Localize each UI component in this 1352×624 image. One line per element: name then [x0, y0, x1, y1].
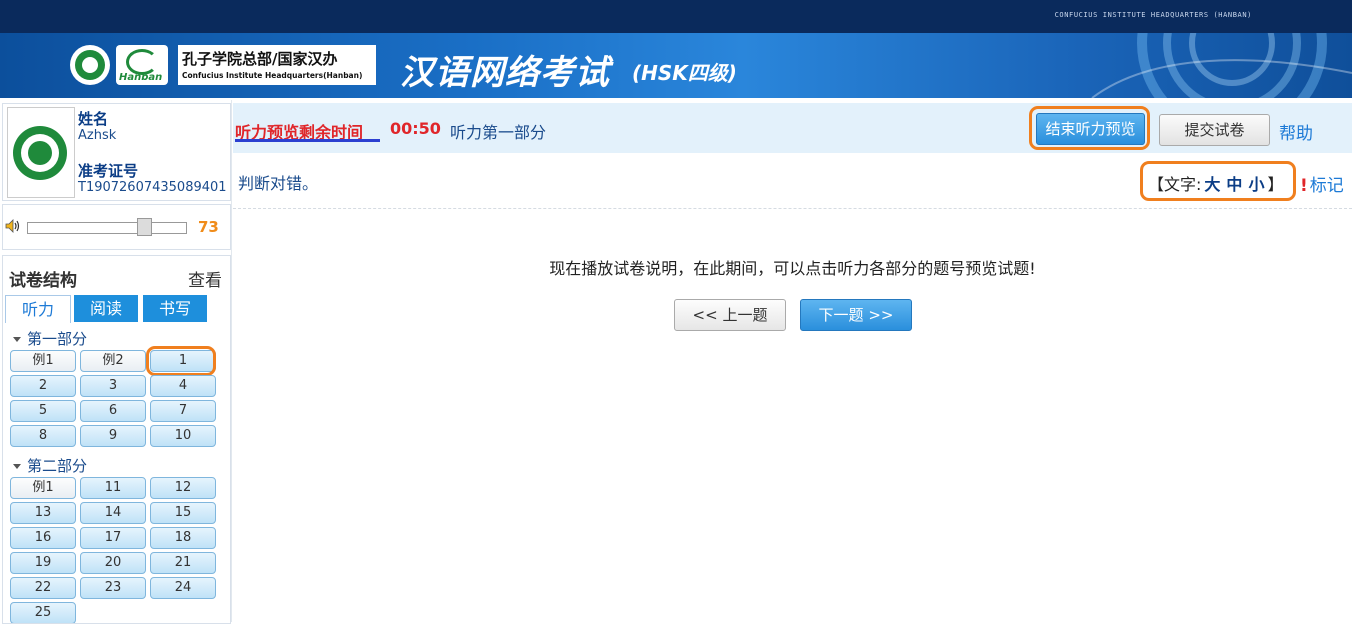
question-button[interactable]: 例2	[80, 350, 146, 372]
question-button[interactable]: 15	[150, 502, 216, 524]
prev-question-button[interactable]: << 上一题	[674, 299, 786, 331]
question-button[interactable]: 5	[10, 400, 76, 422]
content-divider	[233, 208, 1352, 209]
question-button[interactable]: 4	[150, 375, 216, 397]
hanban-logo-text: Hanban	[119, 72, 163, 83]
question-button[interactable]: 7	[150, 400, 216, 422]
question-button[interactable]: 例1	[10, 350, 76, 372]
question-button[interactable]: 17	[80, 527, 146, 549]
question-button[interactable]: 8	[10, 425, 76, 447]
column-divider	[231, 100, 232, 622]
question-button[interactable]: 9	[80, 425, 146, 447]
font-suffix: 】	[1267, 175, 1284, 194]
question-button[interactable]: 3	[80, 375, 146, 397]
question-button[interactable]: 23	[80, 577, 146, 599]
font-prefix: 【文字:	[1148, 175, 1202, 194]
question-button[interactable]: 12	[150, 477, 216, 499]
collapse-triangle-icon	[13, 337, 21, 342]
question-button[interactable]: 11	[80, 477, 146, 499]
volume-slider-handle[interactable]	[136, 218, 152, 236]
question-button[interactable]: 13	[10, 502, 76, 524]
end-preview-button[interactable]: 结束听力预览	[1036, 113, 1145, 145]
hq-text: CONFUCIUS INSTITUTE HEADQUARTERS (HANBAN…	[1054, 11, 1252, 19]
section-label: 第二部分	[27, 457, 88, 475]
question-button[interactable]: 14	[80, 502, 146, 524]
speaker-icon	[5, 219, 20, 233]
question-button[interactable]: 1	[150, 350, 216, 372]
question-button[interactable]: 16	[10, 527, 76, 549]
avatar	[7, 107, 75, 198]
collapse-triangle-icon	[13, 464, 21, 469]
question-button[interactable]: 10	[150, 425, 216, 447]
tab-reading[interactable]: 阅读	[74, 295, 138, 322]
submit-button[interactable]: 提交试卷	[1159, 114, 1270, 146]
id-label: 准考证号	[78, 162, 139, 180]
org-name-cn: 孔子学院总部/国家汉办	[182, 50, 338, 68]
name-label: 姓名	[78, 110, 109, 128]
question-instruction: 判断对错。	[238, 174, 319, 193]
mark-label: 标记	[1309, 176, 1344, 196]
countdown-timer: 00:50	[390, 119, 441, 138]
exam-level: (HSK四级)	[632, 61, 737, 85]
header-banner: Hanban 孔子学院总部/国家汉办 Confucius Institute H…	[0, 33, 1352, 98]
question-button[interactable]: 19	[10, 552, 76, 574]
volume-track[interactable]	[27, 222, 187, 234]
time-label-underline	[235, 139, 380, 142]
hanban-logo-icon: Hanban	[116, 45, 168, 85]
section-tabs: 听力 阅读 书写	[3, 295, 230, 323]
next-question-button[interactable]: 下一题 >>	[800, 299, 912, 331]
exam-structure-panel: 试卷结构 查看 听力 阅读 书写 第一部分 例1 例2 1 2 3 4 5 6 7 8 9 10 第二部分…	[2, 255, 231, 624]
current-part-label: 听力第一部分	[450, 123, 547, 142]
question-button[interactable]: 20	[80, 552, 146, 574]
font-small-button[interactable]: 小	[1248, 175, 1264, 194]
banner-decoration	[1091, 33, 1352, 98]
question-button[interactable]: 2	[10, 375, 76, 397]
tab-writing[interactable]: 书写	[143, 295, 207, 322]
org-name-en: Confucius Institute Headquarters(Hanban)	[182, 71, 363, 80]
tab-listening[interactable]: 听力	[5, 295, 71, 323]
help-link[interactable]: 帮助	[1279, 119, 1313, 144]
question-button[interactable]: 25	[10, 602, 76, 623]
candidate-info: 姓名 Azhsk 准考证号 T19072607435089401	[2, 103, 231, 201]
question-button[interactable]: 18	[150, 527, 216, 549]
font-medium-button[interactable]: 中	[1226, 175, 1242, 194]
question-button[interactable]: 24	[150, 577, 216, 599]
question-button[interactable]: 6	[80, 400, 146, 422]
id-value: T19072607435089401	[78, 180, 227, 195]
mark-icon: !	[1300, 176, 1308, 196]
question-button[interactable]: 例1	[10, 477, 76, 499]
question-button[interactable]: 22	[10, 577, 76, 599]
structure-title: 试卷结构	[9, 271, 77, 291]
top-bar: CONFUCIUS INSTITUTE HEADQUARTERS (HANBAN…	[0, 0, 1352, 33]
question-button[interactable]: 21	[150, 552, 216, 574]
section-header-2[interactable]: 第二部分	[13, 455, 87, 476]
mark-button[interactable]: ! 标记	[1300, 171, 1344, 196]
section-header-1[interactable]: 第一部分	[13, 328, 87, 349]
volume-value: 73	[198, 218, 219, 236]
exam-title: 汉语网络考试	[400, 53, 610, 93]
preview-message: 现在播放试卷说明，在此期间，可以点击听力各部分的题号预览试题!	[549, 259, 1036, 278]
volume-control: 73	[2, 204, 231, 250]
section-label: 第一部分	[27, 330, 88, 348]
view-link[interactable]: 查看	[188, 266, 222, 291]
font-size-selector: 【文字: 大中小】	[1148, 171, 1283, 195]
org-logo: 孔子学院总部/国家汉办 Confucius Institute Headquar…	[178, 45, 376, 85]
confucius-logo-icon	[70, 45, 110, 85]
name-value: Azhsk	[78, 128, 117, 143]
font-large-button[interactable]: 大	[1204, 175, 1220, 194]
